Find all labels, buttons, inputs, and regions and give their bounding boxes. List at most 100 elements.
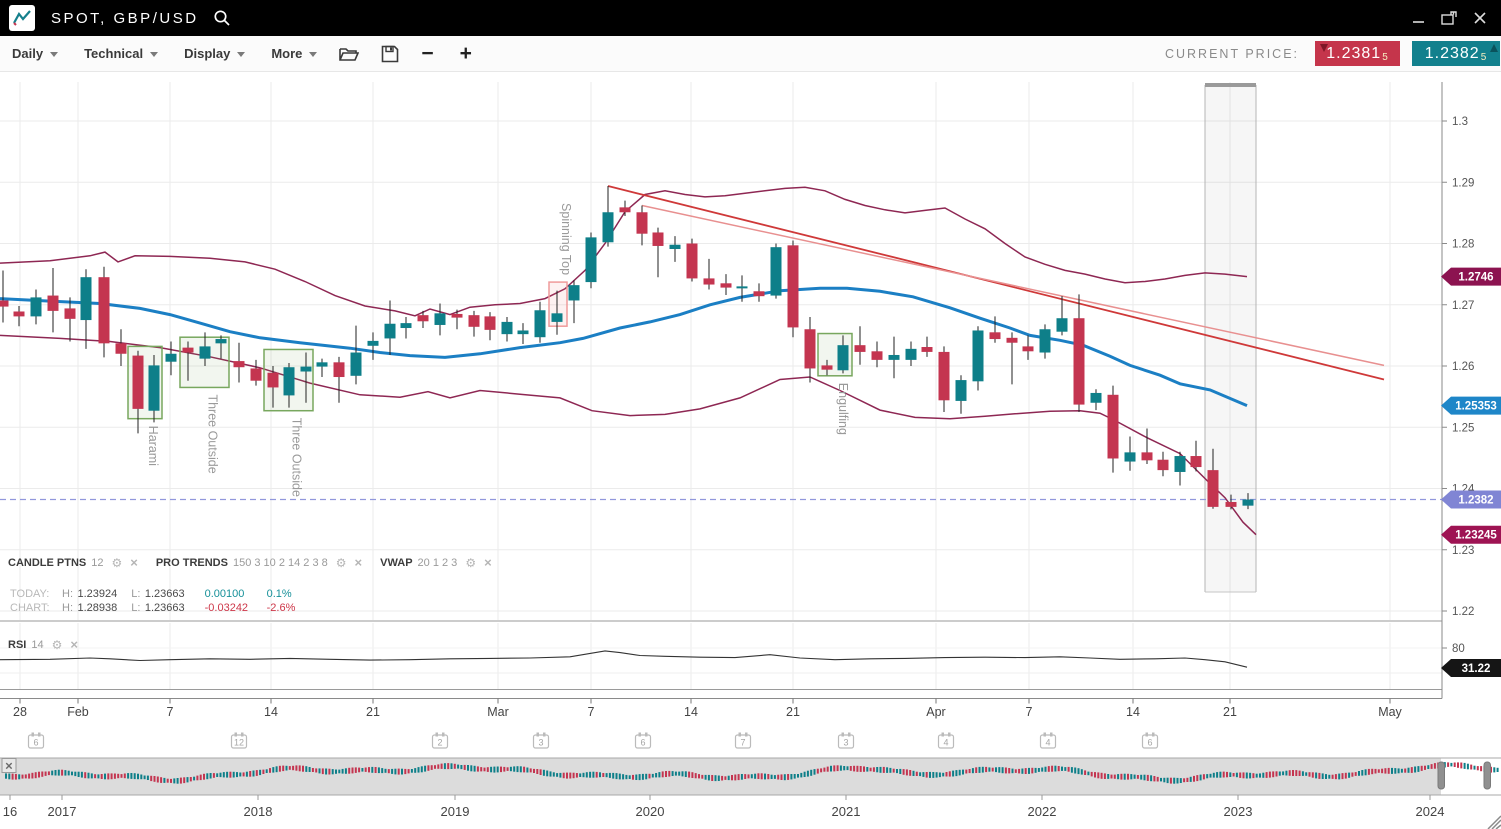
candle[interactable] — [385, 300, 396, 355]
candle[interactable] — [956, 375, 967, 414]
menu-technical[interactable]: Technical — [84, 46, 158, 61]
close-icon[interactable]: × — [70, 638, 78, 651]
calendar-event-badges[interactable]: 6 12 2 3 6 7 3 4 4 6 — [29, 733, 1158, 749]
minimize-button[interactable] — [1412, 12, 1425, 25]
candle[interactable] — [754, 283, 765, 301]
save-icon[interactable] — [381, 45, 399, 63]
calendar-icon[interactable]: 7 — [736, 733, 751, 749]
close-icon[interactable]: × — [130, 556, 138, 569]
candle[interactable] — [535, 302, 546, 343]
gear-icon[interactable]: ⚙ — [336, 557, 347, 569]
calendar-icon[interactable]: 6 — [1143, 733, 1158, 749]
calendar-icon[interactable]: 4 — [939, 733, 954, 749]
candle[interactable] — [502, 317, 513, 342]
candle[interactable] — [65, 297, 76, 341]
candle[interactable] — [435, 304, 446, 336]
candle[interactable] — [452, 310, 463, 330]
candle[interactable] — [368, 332, 379, 360]
candle[interactable] — [351, 326, 362, 385]
close-icon[interactable]: × — [484, 556, 492, 569]
menu-more[interactable]: More — [271, 46, 317, 61]
candle[interactable] — [317, 359, 328, 377]
candle[interactable] — [704, 259, 715, 290]
calendar-icon[interactable]: 2 — [433, 733, 448, 749]
candle[interactable] — [133, 351, 144, 434]
candle[interactable] — [603, 186, 614, 247]
calendar-icon[interactable]: 6 — [636, 733, 651, 749]
candle[interactable] — [586, 232, 597, 288]
bid-price-badge[interactable]: 1.23815 — [1315, 41, 1400, 66]
timeline-track[interactable] — [0, 758, 1441, 795]
ask-price-badge[interactable]: 1.23825 — [1412, 41, 1500, 66]
candle[interactable] — [1125, 436, 1136, 470]
gear-icon[interactable]: ⚙ — [465, 557, 476, 569]
candle[interactable] — [485, 312, 496, 340]
candle[interactable] — [1040, 324, 1051, 358]
candle[interactable] — [166, 342, 177, 376]
timeline-close-button[interactable]: ✕ — [2, 759, 16, 773]
candle[interactable] — [1158, 452, 1169, 477]
open-folder-icon[interactable] — [339, 45, 359, 62]
candle[interactable] — [1191, 441, 1202, 472]
candle[interactable] — [637, 206, 648, 246]
candle[interactable] — [31, 289, 42, 324]
candle[interactable] — [1175, 452, 1186, 486]
calendar-icon[interactable]: 4 — [1041, 733, 1056, 749]
candle[interactable] — [973, 326, 984, 390]
zoom-in-button[interactable]: + — [460, 43, 472, 64]
candle[interactable] — [334, 357, 345, 403]
candle[interactable] — [721, 274, 732, 295]
timeline-handle[interactable] — [1484, 762, 1491, 789]
search-icon[interactable] — [213, 9, 231, 27]
calendar-icon[interactable]: 3 — [839, 733, 854, 749]
candle[interactable] — [251, 360, 262, 386]
candle[interactable] — [771, 244, 782, 299]
calendar-icon[interactable]: 6 — [29, 733, 44, 749]
candle[interactable] — [805, 317, 816, 383]
candle[interactable] — [939, 346, 950, 412]
candle[interactable] — [48, 268, 59, 332]
zoom-out-button[interactable]: − — [421, 43, 433, 64]
candle[interactable] — [1142, 428, 1153, 464]
candle[interactable] — [234, 343, 245, 383]
timeline-handle[interactable] — [1438, 762, 1445, 789]
candle[interactable] — [1108, 386, 1119, 473]
calendar-icon[interactable]: 3 — [534, 733, 549, 749]
candle[interactable] — [401, 317, 412, 338]
candle[interactable] — [653, 228, 664, 278]
candle[interactable] — [1091, 389, 1102, 410]
candle[interactable] — [855, 326, 866, 365]
candle[interactable] — [14, 306, 25, 326]
price-axis[interactable]: 1.31.291.281.271.261.251.241.231.2280 — [1442, 116, 1475, 655]
date-axis[interactable]: 28Feb71421Mar71421Apr71421May — [13, 699, 1403, 720]
gear-icon[interactable]: ⚙ — [111, 557, 122, 569]
candle[interactable] — [99, 267, 110, 358]
candle[interactable] — [620, 201, 631, 216]
candle[interactable] — [0, 270, 9, 322]
candle[interactable] — [518, 323, 529, 344]
candle[interactable] — [889, 337, 900, 379]
candle[interactable] — [1074, 294, 1085, 412]
menu-display[interactable]: Display — [184, 46, 245, 61]
candle[interactable] — [1007, 332, 1018, 384]
candle[interactable] — [469, 311, 480, 337]
close-icon[interactable]: × — [355, 556, 363, 569]
candle[interactable] — [116, 329, 127, 366]
menu-daily[interactable]: Daily — [12, 46, 58, 61]
candle[interactable] — [569, 280, 580, 323]
candlestick-series[interactable] — [0, 186, 1254, 509]
candle[interactable] — [1023, 335, 1034, 360]
price-chart[interactable]: HaramiThree OutsideThree OutsideSpinning… — [0, 72, 1501, 755]
popout-button[interactable] — [1441, 11, 1457, 25]
candle[interactable] — [687, 239, 698, 282]
candle[interactable] — [81, 269, 92, 349]
timeline-navigator[interactable]: ✕1620172018201920202021202220232024 — [0, 755, 1501, 829]
candle[interactable] — [922, 337, 933, 357]
candle[interactable] — [1057, 296, 1068, 335]
candle[interactable] — [906, 342, 917, 367]
close-button[interactable] — [1473, 11, 1487, 25]
calendar-icon[interactable]: 12 — [232, 733, 247, 749]
timeline-selection[interactable] — [1441, 758, 1501, 795]
candle[interactable] — [872, 342, 883, 368]
candle[interactable] — [670, 236, 681, 262]
